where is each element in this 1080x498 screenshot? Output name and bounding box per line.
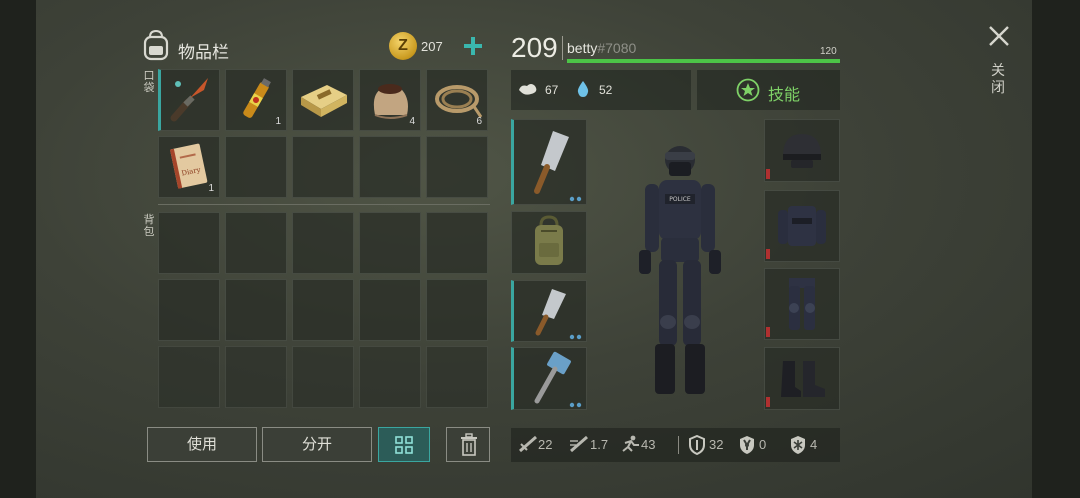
durability-indicator — [766, 169, 770, 179]
police-vest-icon — [778, 206, 826, 246]
pocket-slot-6[interactable]: Diary 1 — [158, 136, 220, 198]
head-slot[interactable] — [764, 119, 840, 182]
backpack-equip-slot[interactable] — [511, 211, 587, 274]
backpack-slot[interactable] — [426, 279, 488, 341]
xp-max: 120 — [820, 46, 837, 57]
damage-value: 22 — [538, 437, 553, 452]
skills-label: 技能 — [768, 87, 801, 104]
armor-shield-icon — [689, 435, 705, 455]
durability-dots — [569, 402, 582, 408]
durability-indicator — [766, 249, 770, 259]
armored-pants-icon — [789, 278, 815, 330]
backpack-slot[interactable] — [292, 279, 354, 341]
sledgehammer-icon — [534, 351, 571, 403]
pocket-slot-8[interactable] — [292, 136, 354, 198]
close-button[interactable] — [987, 24, 1011, 48]
durability-dots — [569, 196, 582, 202]
level-separator — [562, 36, 563, 60]
trash-button[interactable] — [446, 427, 490, 462]
svg-text:POLICE: POLICE — [669, 196, 691, 203]
backpack-slot[interactable] — [359, 212, 421, 274]
backpack-slot[interactable] — [225, 212, 287, 274]
backpack-slot[interactable] — [426, 212, 488, 274]
left-edge — [0, 0, 36, 498]
inventory-screen: 物品栏 Z 207 口袋 背包 1 4 6 Diary 1 使用 分开 209 … — [0, 0, 1080, 498]
grid-view-button[interactable] — [378, 427, 430, 462]
backpack-label: 背包 — [143, 214, 155, 238]
durability-indicator — [766, 327, 770, 337]
trash-icon — [461, 433, 477, 456]
speed-value: 43 — [641, 437, 656, 452]
body-slot[interactable] — [764, 190, 840, 262]
backpack-slot[interactable] — [225, 279, 287, 341]
vial-icon — [243, 78, 271, 118]
star-icon — [736, 78, 760, 102]
radiation-value: 0 — [759, 437, 767, 452]
cleaver-icon — [534, 131, 569, 194]
close-label[interactable]: 关闭 — [990, 62, 1006, 96]
radiation-icon — [740, 436, 754, 454]
pocket-slot-5[interactable]: 6 — [426, 69, 488, 131]
weapon-slot-3[interactable] — [511, 347, 587, 410]
inventory-title: 物品栏 — [178, 43, 229, 62]
coin-icon: Z — [389, 32, 417, 60]
combat-knife-icon — [170, 78, 208, 122]
cleaver-icon — [535, 289, 566, 336]
add-coins-button[interactable] — [460, 33, 486, 59]
sword-icon — [519, 435, 537, 453]
backpack-slot[interactable] — [426, 346, 488, 408]
weapon-slot-2[interactable] — [511, 280, 587, 342]
sack-icon — [373, 84, 408, 119]
attack-speed-value: 1.7 — [590, 437, 609, 452]
pocket-label: 口袋 — [143, 70, 155, 94]
cold-icon — [791, 436, 805, 454]
thirst-value: 52 — [599, 83, 613, 97]
attack-speed-icon — [570, 435, 588, 453]
durability-indicator — [766, 397, 770, 407]
stats-separator — [678, 436, 679, 454]
diary-icon: Diary — [169, 143, 208, 189]
pocket-slot-4[interactable]: 4 — [359, 69, 421, 131]
split-button[interactable]: 分开 — [262, 427, 372, 462]
character-model: POLICE — [639, 146, 721, 394]
right-edge — [1032, 0, 1080, 498]
running-icon — [622, 435, 639, 452]
player-level: 209 — [511, 32, 558, 63]
armor-value: 32 — [709, 437, 724, 452]
feet-slot[interactable] — [764, 347, 840, 410]
section-divider — [158, 204, 490, 205]
pocket-slot-1[interactable] — [158, 69, 220, 131]
stomach-icon — [519, 84, 537, 95]
legs-slot[interactable] — [764, 268, 840, 340]
cold-value: 4 — [810, 437, 818, 452]
backpack-slot[interactable] — [359, 279, 421, 341]
pocket-slot-9[interactable] — [359, 136, 421, 198]
backpack-icon — [143, 29, 169, 61]
water-drop-icon — [577, 81, 589, 97]
player-name: betty#7080 — [567, 40, 637, 56]
use-button[interactable]: 使用 — [147, 427, 257, 462]
durability-dots — [569, 334, 582, 340]
backpack-icon — [535, 214, 563, 265]
pocket-slot-2[interactable]: 1 — [225, 69, 287, 131]
backpack-slot[interactable] — [158, 212, 220, 274]
pocket-slot-10[interactable] — [426, 136, 488, 198]
backpack-slot[interactable] — [292, 212, 354, 274]
backpack-slot[interactable] — [225, 346, 287, 408]
player-tag: #7080 — [597, 40, 637, 56]
ammo-box-icon — [301, 85, 347, 117]
backpack-slot[interactable] — [158, 279, 220, 341]
backpack-slot[interactable] — [359, 346, 421, 408]
hunger-value: 67 — [545, 83, 559, 97]
pocket-slot-3[interactable] — [292, 69, 354, 131]
xp-bar — [567, 59, 840, 63]
helmet-icon — [783, 133, 821, 168]
coin-count: 207 — [421, 39, 443, 54]
backpack-slot[interactable] — [158, 346, 220, 408]
backpack-slot[interactable] — [292, 346, 354, 408]
grid-icon — [395, 436, 413, 454]
pocket-slot-7[interactable] — [225, 136, 287, 198]
boots-icon — [781, 360, 825, 397]
weapon-slot-1[interactable] — [511, 119, 587, 205]
